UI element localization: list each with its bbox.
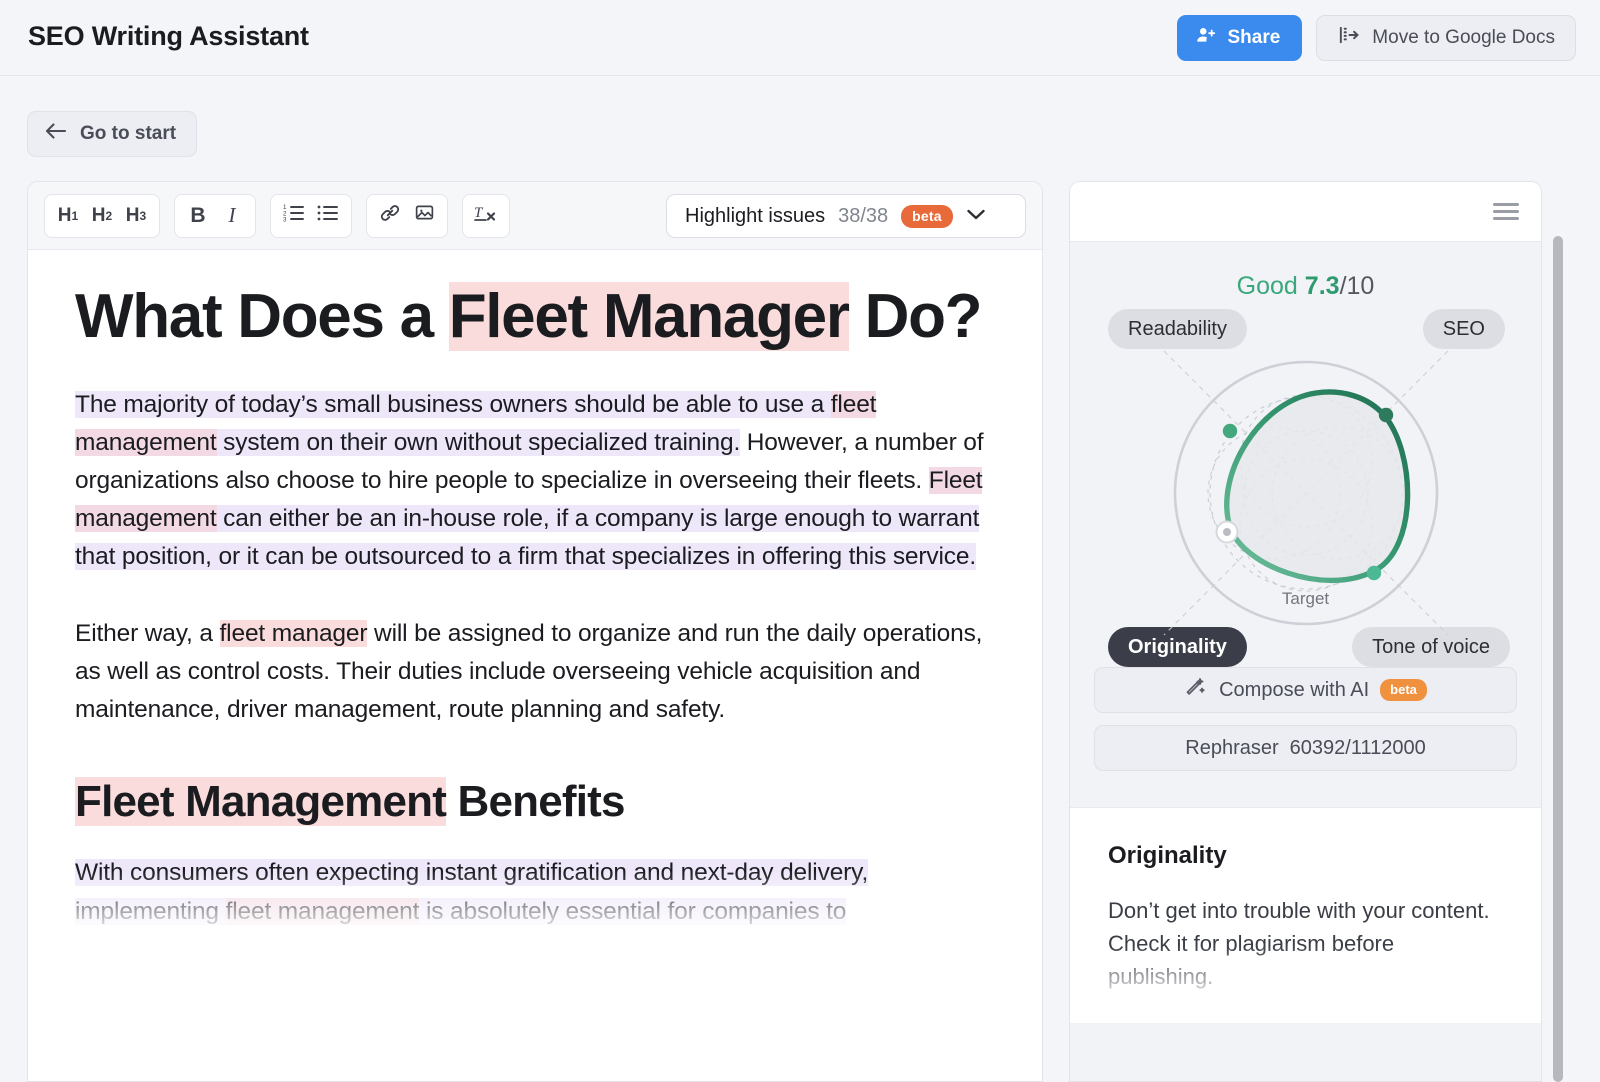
document-h2: Fleet Management Benefits — [75, 773, 998, 830]
overall-score: Good 7.3/10 — [1070, 272, 1541, 301]
app-header: SEO Writing Assistant Share Move to Goog… — [0, 0, 1600, 76]
share-button-label: Share — [1227, 27, 1281, 48]
magic-wand-icon — [1184, 676, 1208, 704]
compose-with-ai-label: Compose with AI — [1219, 678, 1370, 701]
assistant-panel: Good 7.3/10 Readability SEO Originality … — [1069, 181, 1542, 1082]
metric-detail-title: Originality — [1108, 842, 1227, 869]
chevron-down-icon — [966, 208, 986, 224]
document-paragraph-1: The majority of today’s small business o… — [75, 386, 998, 577]
move-to-google-docs-label: Move to Google Docs — [1372, 27, 1555, 48]
h2-subscript: 2 — [105, 208, 113, 223]
page-title: SEO Writing Assistant — [28, 21, 309, 51]
go-to-start-label: Go to start — [80, 123, 177, 144]
text-run-1: Fleet Manager — [448, 282, 850, 351]
go-to-start-button[interactable]: Go to start — [27, 111, 198, 157]
arrow-left-icon — [44, 122, 68, 146]
move-right-icon — [1337, 25, 1360, 51]
highlight-issues-label: Highlight issues — [685, 204, 826, 227]
header-actions: Share Move to Google Docs — [1177, 15, 1576, 61]
text-run-2: Do? — [848, 282, 983, 351]
link-icon — [378, 202, 402, 230]
text-run-1: Benefits — [446, 777, 625, 827]
bold-button[interactable]: B — [181, 198, 215, 234]
score-value: 7.3 — [1304, 272, 1340, 300]
clear-format-tool-group: T — [462, 193, 510, 238]
metric-detail-body: Don’t get into trouble with your content… — [1108, 898, 1490, 989]
heading-tool-group: H1 H2 H3 — [44, 193, 160, 238]
panel-spacer — [1070, 783, 1541, 807]
bullet-list-button[interactable] — [311, 198, 345, 234]
h3-glyph: H — [125, 204, 140, 226]
highlight-issues-count: 38/38 — [838, 204, 889, 227]
person-add-icon — [1195, 24, 1217, 52]
italic-button[interactable]: I — [215, 198, 249, 234]
insert-tool-group — [366, 193, 448, 238]
image-icon — [413, 202, 436, 229]
text-style-tool-group: B I — [174, 193, 256, 238]
heading-3-button[interactable]: H3 — [119, 198, 153, 234]
metric-pill-readability[interactable]: Readability — [1108, 309, 1247, 349]
text-run-1: fleet manager — [219, 619, 368, 647]
share-button[interactable]: Share — [1177, 15, 1303, 61]
text-run-0: What Does a — [75, 282, 449, 351]
document-body[interactable]: What Does a Fleet Manager Do? The majori… — [28, 250, 1042, 931]
ordered-list-icon: 1 2 3 — [282, 203, 306, 229]
metric-pill-seo[interactable]: SEO — [1422, 309, 1505, 349]
clear-formatting-icon: T — [473, 202, 499, 230]
document-paragraph-2: Either way, a fleet manager will be assi… — [75, 615, 998, 730]
hamburger-menu-icon[interactable] — [1493, 199, 1519, 224]
list-tool-group: 1 2 3 — [270, 193, 352, 238]
clear-formatting-button[interactable]: T — [469, 198, 503, 234]
move-to-google-docs-button[interactable]: Move to Google Docs — [1316, 15, 1576, 61]
bullet-list-icon — [316, 203, 340, 229]
compose-beta-badge: beta — [1380, 679, 1427, 701]
h1-glyph: H — [57, 204, 72, 226]
h2-glyph: H — [91, 204, 106, 226]
scrollbar-thumb[interactable] — [1553, 236, 1563, 1082]
compose-with-ai-button[interactable]: Compose with AI beta — [1094, 667, 1517, 713]
rephraser-label: Rephraser — [1185, 736, 1279, 759]
assistant-panel-scrollbar[interactable] — [1553, 236, 1566, 1082]
rephraser-count: 60392/1112000 — [1289, 736, 1426, 759]
text-run-0: The majority of today’s small business o… — [75, 390, 831, 418]
editor-card: H1 H2 H3 B I 1 2 3 T Highlight issues 38… — [27, 181, 1043, 1082]
image-button[interactable] — [407, 198, 441, 234]
rephraser-button[interactable]: Rephraser 60392/1112000 — [1094, 725, 1517, 771]
h3-subscript: 3 — [139, 208, 147, 223]
score-denominator: /10 — [1339, 272, 1375, 300]
editor-toolbar: H1 H2 H3 B I 1 2 3 T Highlight issues 38… — [28, 182, 1042, 250]
svg-text:3: 3 — [283, 216, 287, 223]
document-paragraph-3: With consumers often expecting instant g… — [75, 854, 998, 930]
beta-badge: beta — [901, 204, 953, 228]
metric-detail-section: Originality Don’t get into trouble with … — [1070, 807, 1541, 1023]
heading-1-button[interactable]: H1 — [51, 198, 85, 234]
ordered-list-button[interactable]: 1 2 3 — [277, 198, 311, 234]
radar-point-tone-of-voice — [1366, 565, 1381, 581]
assistant-panel-header — [1070, 182, 1541, 242]
link-button[interactable] — [373, 198, 407, 234]
text-run-2: is absolutely essential for companies to — [419, 897, 847, 925]
document-h1: What Does a Fleet Manager Do? — [75, 274, 998, 360]
heading-2-button[interactable]: H2 — [85, 198, 119, 234]
radar-svg — [1163, 350, 1448, 636]
radar-point-readability — [1222, 423, 1237, 439]
score-word: Good — [1236, 272, 1298, 300]
text-run-1: fleet management — [225, 897, 420, 925]
text-run-0: Either way, a — [75, 619, 220, 647]
text-run-0: Fleet Management — [75, 777, 447, 827]
radar-point-seo — [1378, 407, 1393, 423]
svg-text:T: T — [474, 205, 484, 221]
highlight-issues-dropdown[interactable]: Highlight issues 38/38 beta — [666, 194, 1026, 238]
text-run-2: system on their own without specialized … — [216, 428, 741, 456]
score-radar-chart: Readability SEO Originality Tone of voic… — [1070, 307, 1541, 667]
h1-subscript: 1 — [71, 208, 79, 223]
